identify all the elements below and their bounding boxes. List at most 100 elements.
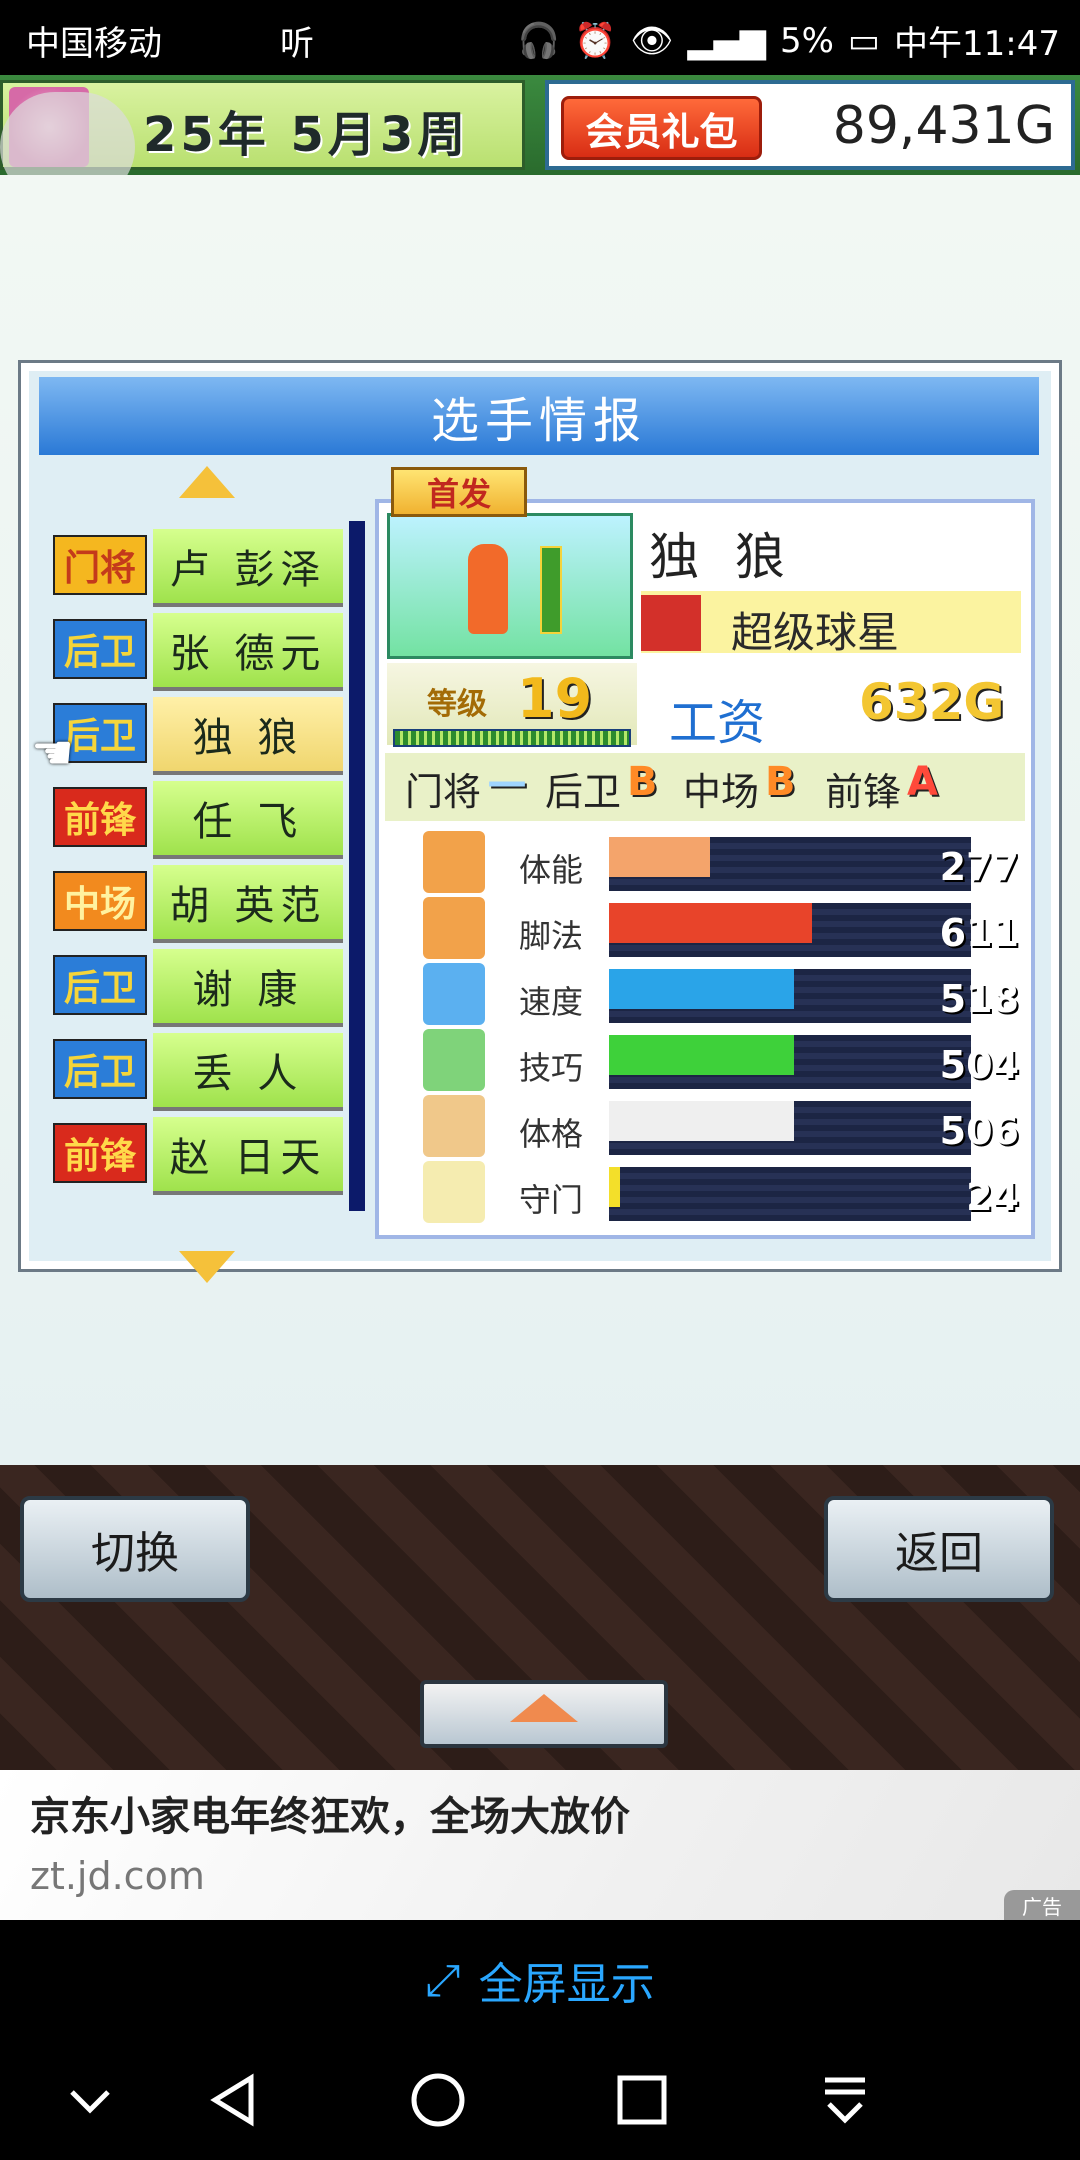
position-tag: 中场	[53, 871, 147, 931]
arrow-up-icon	[510, 1694, 578, 1722]
list-item[interactable]: 后卫 丢 人	[53, 1033, 353, 1115]
dribble-icon	[423, 1029, 485, 1091]
list-item[interactable]: 中场 胡 英范	[53, 865, 353, 947]
stat-value: 611	[939, 911, 1019, 955]
stat-row: 体格 506	[419, 1095, 1019, 1161]
list-item[interactable]: 前锋 任 飞	[53, 781, 353, 863]
aptitude-grade: —	[487, 759, 527, 805]
scroll-down-arrow-icon[interactable]	[179, 1251, 235, 1283]
player-name: 任 飞	[153, 781, 343, 859]
stat-label: 技巧	[519, 1049, 584, 1087]
notification-pull-icon[interactable]	[815, 2070, 875, 2130]
ad-tag: 广告	[1004, 1890, 1080, 1920]
stat-row: 脚法 611	[419, 897, 1019, 963]
role-label: 超级球星	[731, 608, 900, 657]
position-tag: 后卫	[53, 955, 147, 1015]
ad-url: zt.jd.com	[30, 1854, 205, 1898]
list-scrollbar[interactable]	[349, 521, 365, 1211]
player-name: 张 德元	[153, 613, 343, 691]
fullscreen-label: 全屏显示	[478, 1959, 655, 2010]
game-date: 25年 5月3周	[143, 107, 470, 163]
panel-title: 选手情报	[39, 377, 1039, 455]
stat-value: 506	[939, 1109, 1019, 1153]
stat-value: 504	[939, 1043, 1019, 1087]
stat-row: 技巧 504	[419, 1029, 1019, 1095]
stat-fill	[609, 1035, 794, 1075]
aptitude-label: 前锋	[825, 770, 902, 814]
aptitude-label: 中场	[683, 770, 760, 814]
status-bar: 中国移动 听 🎧 ⏰ 👁 ▂▄▆ 5% ▭ 中午11:47	[0, 0, 1080, 75]
stat-row: 体能 277	[419, 831, 1019, 897]
aptitude-label: 门将	[405, 770, 482, 814]
player-name: 丢 人	[153, 1033, 343, 1111]
player-name: 胡 英范	[153, 865, 343, 943]
salary-value: 632G	[859, 673, 1005, 731]
headphone-icon: 🎧	[517, 20, 560, 61]
player-name: 独 狼	[153, 697, 343, 775]
back-nav-icon[interactable]	[205, 2070, 265, 2130]
money-amount: 89,431G	[832, 96, 1055, 156]
list-item[interactable]: 门将 卢 彭泽	[53, 529, 353, 611]
stat-bar	[609, 837, 971, 891]
player-portrait	[387, 513, 633, 659]
list-item-selected[interactable]: 后卫 独 狼	[53, 697, 353, 779]
stat-value: 24	[966, 1175, 1019, 1219]
stat-label: 速度	[519, 983, 584, 1021]
stat-bar	[609, 1101, 971, 1155]
switch-button[interactable]: 切换	[20, 1496, 250, 1602]
signal-icon: ▂▄▆	[687, 20, 766, 61]
ad-banner[interactable]: 京东小家电年终狂欢，全场大放价 zt.jd.com 广告	[0, 1770, 1080, 1920]
aptitude-label: 后卫	[545, 770, 622, 814]
glove-icon	[423, 1161, 485, 1223]
stamina-gauge-icon	[540, 546, 562, 634]
stat-value: 277	[939, 845, 1019, 889]
position-tag: 前锋	[53, 1123, 147, 1183]
superstar-icon	[641, 595, 701, 651]
list-item[interactable]: 前锋 赵 日天	[53, 1117, 353, 1199]
vip-gift-button[interactable]: 会员礼包	[561, 96, 762, 160]
list-item[interactable]: 后卫 谢 康	[53, 949, 353, 1031]
player-list: 门将 卢 彭泽 后卫 张 德元 后卫 独 狼 前锋 任 飞 中场 胡 英范 后卫…	[53, 529, 353, 1199]
pointing-hand-icon: ☚	[31, 725, 75, 781]
stat-row: 速度 518	[419, 963, 1019, 1029]
stat-fill	[609, 1101, 794, 1141]
chevron-down-icon[interactable]	[60, 2070, 120, 2130]
salary-label: 工资	[669, 695, 766, 751]
position-tag: 后卫	[53, 1039, 147, 1099]
ad-title: 京东小家电年终狂欢，全场大放价	[30, 1794, 630, 1840]
player-name: 谢 康	[153, 949, 343, 1027]
position-tag: 门将	[53, 535, 147, 595]
aptitude-grade: A	[907, 759, 938, 805]
stat-bar	[609, 969, 971, 1023]
level-value: 19	[517, 667, 593, 730]
home-icon[interactable]	[408, 2070, 468, 2130]
aptitude-grade: B	[765, 759, 796, 805]
stat-fill	[609, 969, 794, 1009]
starter-badge: 首发	[391, 467, 527, 517]
battery-icon	[423, 831, 485, 893]
scroll-up-arrow-icon[interactable]	[179, 466, 235, 498]
player-detail-card: 独 狼 超级球星 等级 19 工资 632G 门将 — 后卫 B 中场 B 前锋…	[375, 499, 1035, 1239]
player-sprite-icon	[468, 544, 508, 634]
list-item[interactable]: 后卫 张 德元	[53, 613, 353, 695]
expand-icon: ⤢	[425, 1954, 461, 2006]
expand-menu-button[interactable]	[420, 1680, 668, 1748]
eye-icon: 👁	[630, 20, 674, 61]
player-role: 超级球星	[641, 591, 1021, 657]
android-nav-bar	[0, 2040, 1080, 2160]
aptitude-grade: B	[627, 759, 658, 805]
fullscreen-button[interactable]: ⤢ 全屏显示	[0, 1920, 1080, 2040]
stat-bar	[609, 1167, 971, 1221]
position-tag: 后卫	[53, 619, 147, 679]
stat-row: 守门 24	[419, 1161, 1019, 1227]
back-button[interactable]: 返回	[824, 1496, 1054, 1602]
stat-label: 脚法	[519, 917, 584, 955]
player-name: 赵 日天	[153, 1117, 343, 1195]
stat-fill	[609, 837, 711, 877]
recent-apps-icon[interactable]	[612, 2070, 672, 2130]
stat-fill	[609, 1167, 620, 1207]
boot-icon	[423, 897, 485, 959]
status-icons: 🎧 ⏰ 👁 ▂▄▆ 5% ▭ 中午11:47	[518, 16, 1060, 65]
player-name-title: 独 狼	[649, 528, 795, 586]
stat-fill	[609, 903, 812, 943]
